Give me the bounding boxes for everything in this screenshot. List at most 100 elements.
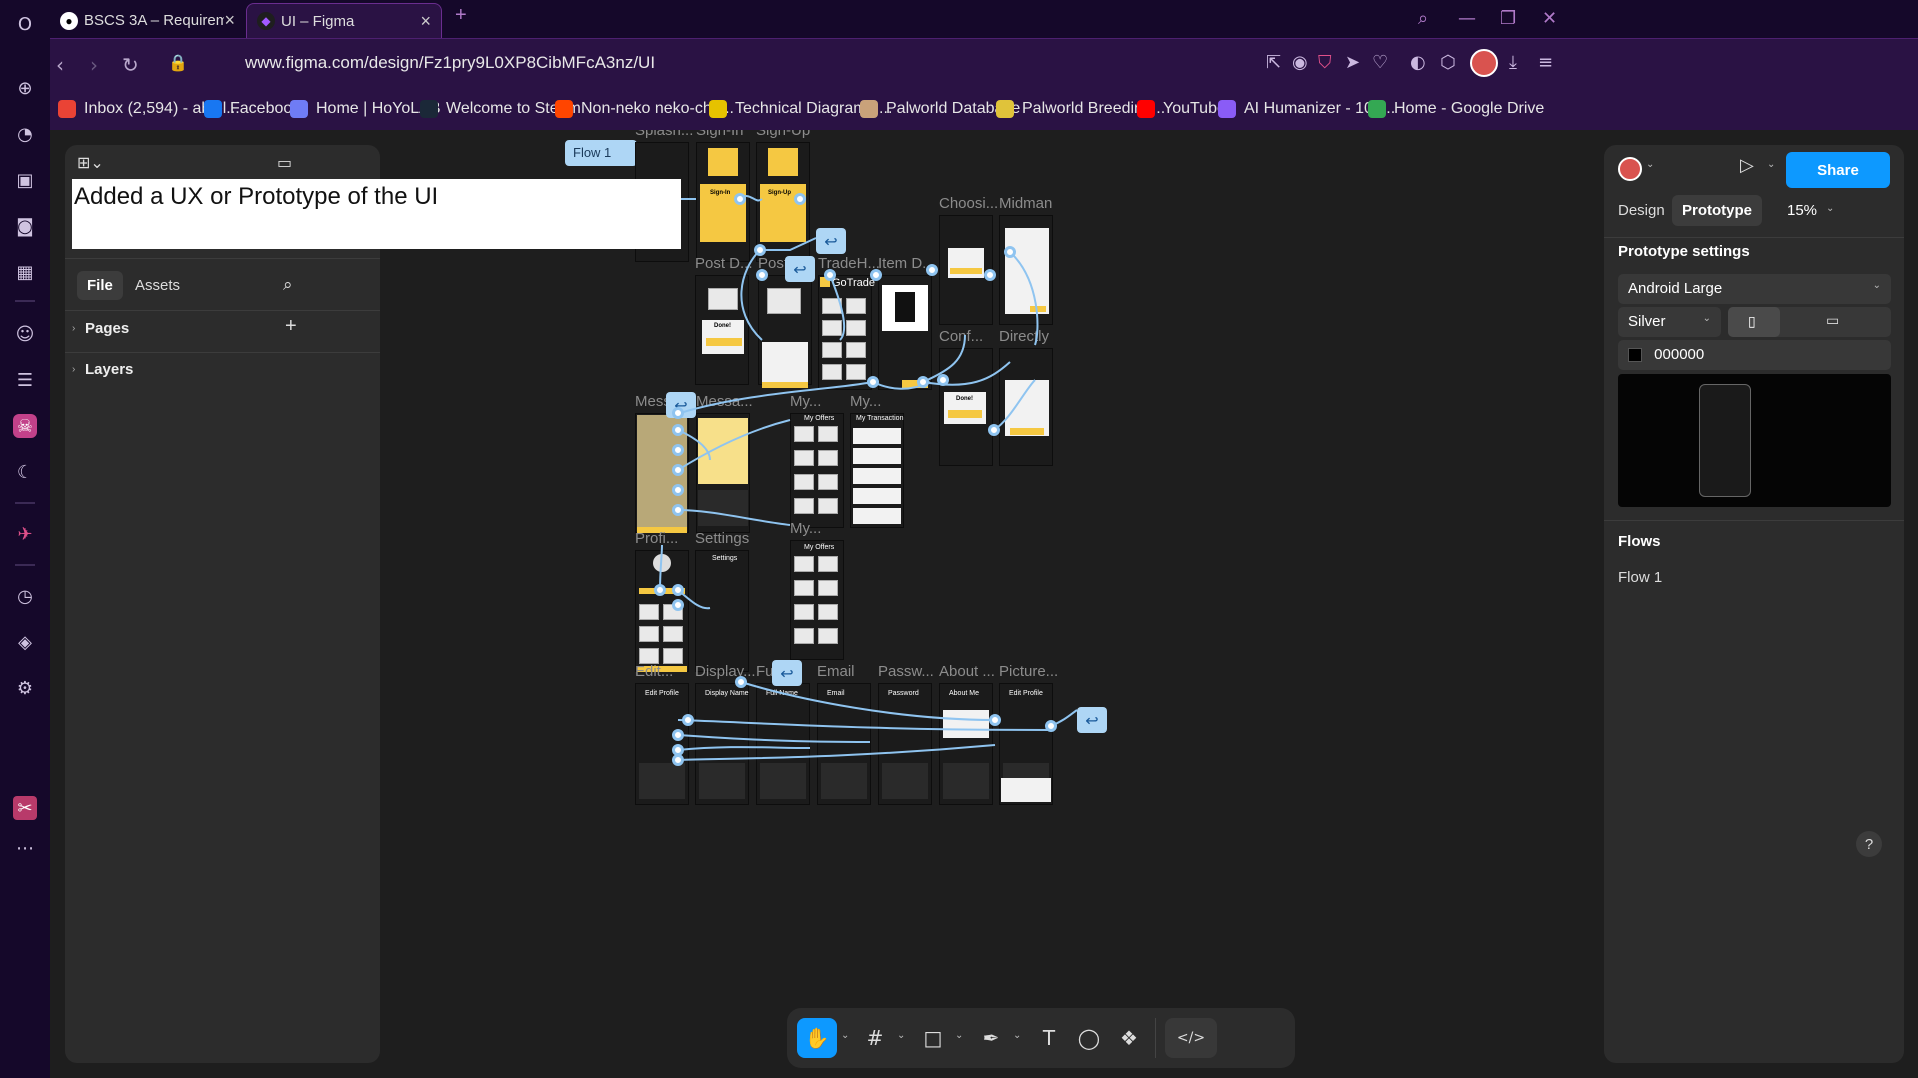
skull-app-icon[interactable]: ☠ xyxy=(13,414,37,438)
speedometer-icon[interactable]: ◔ xyxy=(13,122,37,146)
connection-handle[interactable] xyxy=(756,269,768,281)
prototype-connection[interactable] xyxy=(677,429,711,461)
prototype-connection[interactable] xyxy=(740,249,763,341)
bookmark-youtube[interactable]: YouTube xyxy=(1137,100,1226,118)
tab-figma[interactable]: ◆ UI – Figma × xyxy=(246,3,442,38)
close-tab-icon[interactable]: × xyxy=(224,10,235,31)
search-tabs-icon[interactable]: ⌕ xyxy=(1418,8,1428,29)
history-icon[interactable]: ◷ xyxy=(13,584,37,608)
figma-app: Flow 1 Splash... Sign-In Sign-In Sign-Up Sign… xyxy=(50,130,1918,1078)
connection-handle[interactable] xyxy=(734,193,746,205)
close-window-icon[interactable]: ✕ xyxy=(1542,8,1557,29)
annotation-text-box: Added a UX or Prototype of the UI xyxy=(72,179,681,249)
prototype-connection[interactable] xyxy=(677,734,871,743)
figma-canvas[interactable]: Flow 1 Splash... Sign-In Sign-In Sign-Up Sign… xyxy=(50,130,1918,1078)
connection-handle[interactable] xyxy=(672,599,684,611)
reload-icon[interactable]: ↻ xyxy=(122,53,139,77)
connection-handle[interactable] xyxy=(867,376,879,388)
profile-avatar[interactable] xyxy=(1470,49,1498,77)
settings-gear-icon[interactable]: ⚙ xyxy=(13,676,37,700)
connection-handle[interactable] xyxy=(926,264,938,276)
connection-handle[interactable] xyxy=(682,714,694,726)
connection-handle[interactable] xyxy=(654,584,666,596)
connection-handle[interactable] xyxy=(794,193,806,205)
connection-handle[interactable] xyxy=(672,424,684,436)
connection-handle[interactable] xyxy=(988,424,1000,436)
connection-handle[interactable] xyxy=(937,374,949,386)
connection-handle[interactable] xyxy=(754,244,766,256)
back-icon[interactable]: ‹ xyxy=(56,53,64,77)
connection-handle[interactable] xyxy=(672,754,684,766)
minimize-icon[interactable]: — xyxy=(1458,8,1476,29)
bag-icon[interactable]: ▣ xyxy=(13,168,37,192)
moon-icon[interactable]: ☾ xyxy=(13,460,37,484)
prototype-connection[interactable] xyxy=(740,681,996,721)
heart-icon[interactable]: ♡ xyxy=(1372,52,1388,73)
prototype-connection[interactable] xyxy=(679,381,874,414)
connection-handle[interactable] xyxy=(1045,720,1057,732)
camera-icon[interactable]: ◉ xyxy=(1292,52,1308,73)
vpn-shield-icon[interactable]: ⛉ xyxy=(1318,52,1332,73)
tab-requirements[interactable]: ● BSCS 3A – Requirements Dc × xyxy=(50,3,245,38)
connection-handle[interactable] xyxy=(824,269,836,281)
connection-handle[interactable] xyxy=(672,444,684,456)
url-field[interactable]: www.figma.com/design/Fz1pry9L0XP8CibMFcA… xyxy=(245,53,655,73)
connection-handle[interactable] xyxy=(984,269,996,281)
share-page-icon[interactable]: ⇱ xyxy=(1266,52,1281,73)
connection-handle[interactable] xyxy=(917,376,929,388)
hoyolab-icon xyxy=(290,100,308,118)
gamepad-icon[interactable]: ⊕ xyxy=(13,76,37,100)
connection-handle[interactable] xyxy=(672,484,684,496)
restore-icon[interactable]: ❐ xyxy=(1500,8,1516,29)
bookmark-facebook[interactable]: Facebook xyxy=(204,100,300,118)
github-icon: ● xyxy=(60,11,78,30)
prototype-connection[interactable] xyxy=(677,746,811,751)
connection-handle[interactable] xyxy=(672,407,684,419)
aria-icon[interactable]: ✈ xyxy=(13,522,37,546)
address-bar: ‹ › ↻ 🔒 www.figma.com/design/Fz1pry9L0XP… xyxy=(50,38,1918,90)
figma-icon: ◆ xyxy=(257,12,275,30)
prototype-connection[interactable] xyxy=(677,509,791,526)
connection-handle[interactable] xyxy=(870,269,882,281)
connection-handle[interactable] xyxy=(672,729,684,741)
more-icon[interactable]: ⋯ xyxy=(13,836,37,860)
connection-handle[interactable] xyxy=(1004,246,1016,258)
browser-window: O ⊕ ◔ ▣ ◙ ▦ ☺ ☰ ☠ ☾ ✈ ◷ ◈ ⚙ ✂ ⋯ ● BSCS 3… xyxy=(0,0,1918,1078)
calendar-icon[interactable]: ▦ xyxy=(13,260,37,284)
extensions-icon[interactable]: ⬡ xyxy=(1440,52,1456,73)
prototype-connection[interactable] xyxy=(922,361,1011,386)
bookmark-google-drive[interactable]: Home - Google Drive xyxy=(1368,100,1544,118)
menu-icon[interactable]: ≡ xyxy=(1538,52,1553,73)
tab-bar: ● BSCS 3A – Requirements Dc × ◆ UI – Fig… xyxy=(50,0,1918,38)
cube-icon[interactable]: ◈ xyxy=(13,630,37,654)
bookmark-reddit[interactable]: Non-neko neko-cha... xyxy=(555,100,734,118)
bookmark-hoyolab[interactable]: Home | HoYoLAB xyxy=(290,100,441,118)
new-tab-button[interactable]: + xyxy=(455,4,467,27)
sidebar-divider xyxy=(15,300,35,302)
connection-handle[interactable] xyxy=(735,676,747,688)
tools-icon[interactable]: ✂ xyxy=(13,796,37,820)
download-icon[interactable]: ⤓ xyxy=(1509,52,1517,73)
connection-handle[interactable] xyxy=(672,464,684,476)
close-tab-icon[interactable]: × xyxy=(420,11,431,32)
opera-logo-icon[interactable]: O xyxy=(13,12,37,36)
twitch-icon[interactable]: ◙ xyxy=(13,214,37,238)
send-icon[interactable]: ➤ xyxy=(1345,52,1360,73)
youtube-icon xyxy=(1137,100,1155,118)
tab-title: BSCS 3A – Requirements Dc xyxy=(84,12,224,29)
facebook-icon xyxy=(204,100,222,118)
prototype-connection[interactable] xyxy=(993,379,1036,431)
prototype-connection[interactable] xyxy=(1009,251,1039,346)
prototype-connection[interactable] xyxy=(677,419,791,471)
prototype-connection[interactable] xyxy=(762,237,817,251)
list-icon[interactable]: ☰ xyxy=(13,368,37,392)
forward-icon[interactable]: › xyxy=(90,53,98,77)
connection-handle[interactable] xyxy=(672,584,684,596)
sidebar-divider xyxy=(15,502,35,504)
extension-cursor-icon[interactable]: ◐ xyxy=(1410,52,1426,73)
connection-handle[interactable] xyxy=(672,504,684,516)
connection-handle[interactable] xyxy=(989,714,1001,726)
discord-icon[interactable]: ☺ xyxy=(13,322,37,346)
steam-icon xyxy=(420,100,438,118)
prototype-connection[interactable] xyxy=(829,274,846,341)
